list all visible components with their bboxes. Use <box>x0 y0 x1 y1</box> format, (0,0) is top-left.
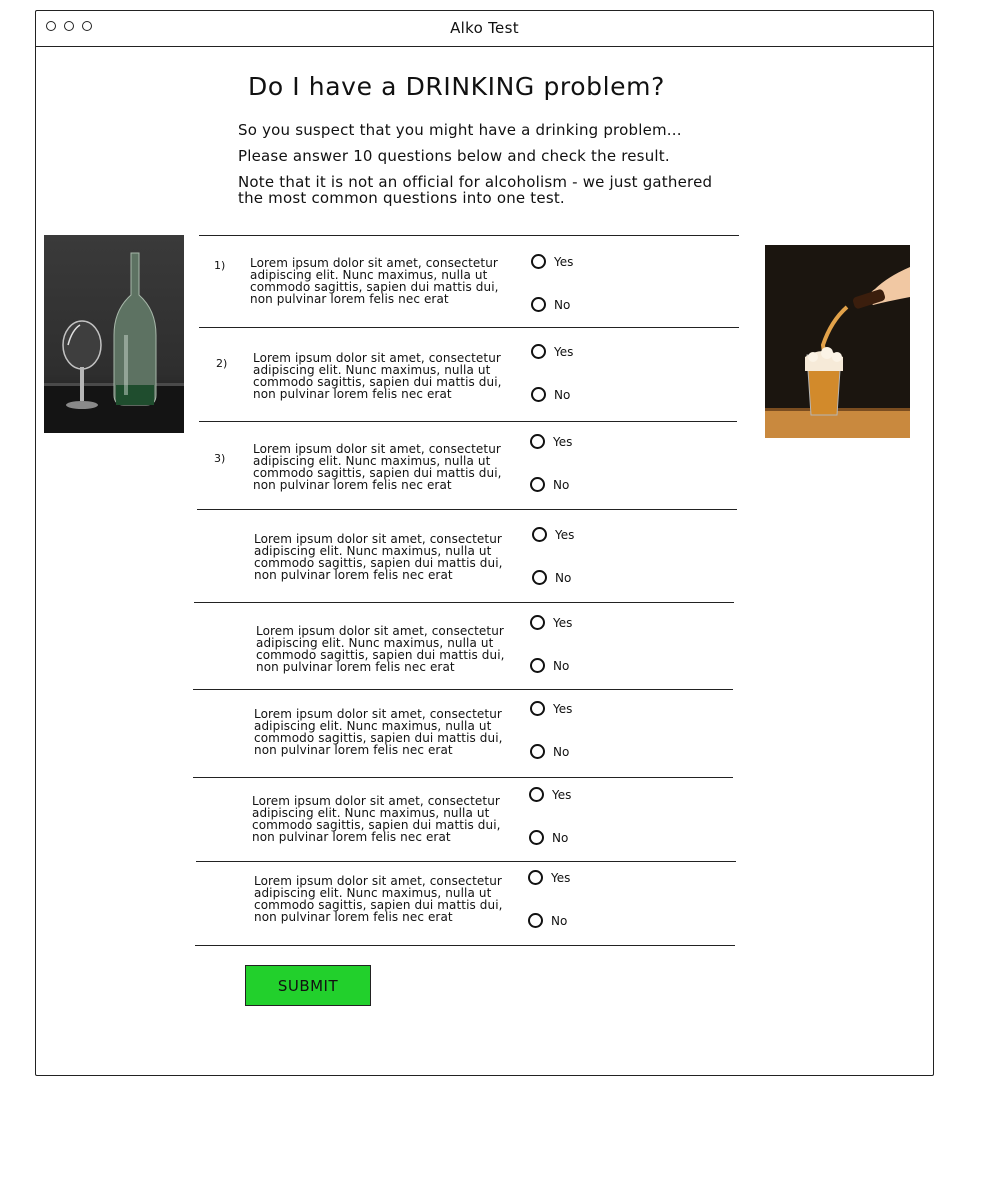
option-label: Yes <box>553 615 573 630</box>
option-label: No <box>553 658 570 673</box>
intro-line-2: Please answer 10 questions below and che… <box>238 147 670 165</box>
option-label: No <box>554 387 571 402</box>
option-label: No <box>553 744 570 759</box>
radio-button[interactable] <box>528 913 543 928</box>
question-5-yes-option[interactable]: Yes <box>530 615 572 630</box>
radio-button[interactable] <box>531 387 546 402</box>
question-1-no-option[interactable]: No <box>531 297 570 312</box>
question-3-no-option[interactable]: No <box>530 477 569 492</box>
question-3-yes-option[interactable]: Yes <box>530 434 572 449</box>
divider <box>195 945 735 946</box>
radio-button[interactable] <box>528 870 543 885</box>
option-label: No <box>553 477 570 492</box>
question-text: Lorem ipsum dolor sit amet, consectetur … <box>253 351 502 401</box>
divider <box>197 509 737 510</box>
question-text: Lorem ipsum dolor sit amet, consectetur … <box>254 874 503 924</box>
divider <box>196 861 736 862</box>
divider <box>199 327 739 328</box>
option-label: Yes <box>554 344 574 359</box>
question-4-no-option[interactable]: No <box>532 570 571 585</box>
question-text: Lorem ipsum dolor sit amet, consectetur … <box>254 707 503 757</box>
question-1-yes-option[interactable]: Yes <box>531 254 573 269</box>
radio-button[interactable] <box>530 434 545 449</box>
question-text: Lorem ipsum dolor sit amet, consectetur … <box>256 624 505 674</box>
radio-button[interactable] <box>529 787 544 802</box>
radio-button[interactable] <box>530 658 545 673</box>
question-text: Lorem ipsum dolor sit amet, consectetur … <box>252 794 501 844</box>
option-label: No <box>554 297 571 312</box>
question-8-no-option[interactable]: No <box>528 913 567 928</box>
question-4-yes-option[interactable]: Yes <box>532 527 574 542</box>
radio-button[interactable] <box>530 615 545 630</box>
question-text: Lorem ipsum dolor sit amet, consectetur … <box>253 442 502 492</box>
divider <box>193 689 733 690</box>
radio-button[interactable] <box>531 254 546 269</box>
divider <box>199 235 739 236</box>
option-label: Yes <box>552 787 572 802</box>
question-2-no-option[interactable]: No <box>531 387 570 402</box>
divider <box>199 421 737 422</box>
option-label: Yes <box>555 527 575 542</box>
radio-button[interactable] <box>530 477 545 492</box>
question-number: 2) <box>216 357 228 370</box>
divider <box>193 777 733 778</box>
intro-line-3: Note that it is not an official for alco… <box>238 173 713 207</box>
question-number: 3) <box>214 452 226 465</box>
beer-pour-photo <box>765 245 910 438</box>
question-5-no-option[interactable]: No <box>530 658 569 673</box>
question-7-no-option[interactable]: No <box>529 830 568 845</box>
radio-button[interactable] <box>531 297 546 312</box>
option-label: No <box>552 830 569 845</box>
page-title: Do I have a DRINKING problem? <box>248 72 665 101</box>
option-label: Yes <box>551 870 571 885</box>
option-label: Yes <box>553 701 573 716</box>
question-6-no-option[interactable]: No <box>530 744 569 759</box>
divider <box>194 602 734 603</box>
question-6-yes-option[interactable]: Yes <box>530 701 572 716</box>
window-title: Alko Test <box>450 19 519 37</box>
question-7-yes-option[interactable]: Yes <box>529 787 571 802</box>
radio-button[interactable] <box>529 830 544 845</box>
option-label: Yes <box>554 254 574 269</box>
wine-bottle-photo <box>44 235 184 433</box>
window-titlebar: Alko Test <box>36 11 933 47</box>
question-2-yes-option[interactable]: Yes <box>531 344 573 359</box>
question-text: Lorem ipsum dolor sit amet, consectetur … <box>250 256 499 306</box>
radio-button[interactable] <box>531 344 546 359</box>
question-text: Lorem ipsum dolor sit amet, consectetur … <box>254 532 503 582</box>
question-number: 1) <box>214 259 226 272</box>
radio-button[interactable] <box>532 570 547 585</box>
option-label: Yes <box>553 434 573 449</box>
submit-button[interactable]: SUBMIT <box>245 965 371 1006</box>
radio-button[interactable] <box>532 527 547 542</box>
option-label: No <box>555 570 572 585</box>
option-label: No <box>551 913 568 928</box>
question-8-yes-option[interactable]: Yes <box>528 870 570 885</box>
radio-button[interactable] <box>530 744 545 759</box>
intro-line-1: So you suspect that you might have a dri… <box>238 121 682 139</box>
radio-button[interactable] <box>530 701 545 716</box>
